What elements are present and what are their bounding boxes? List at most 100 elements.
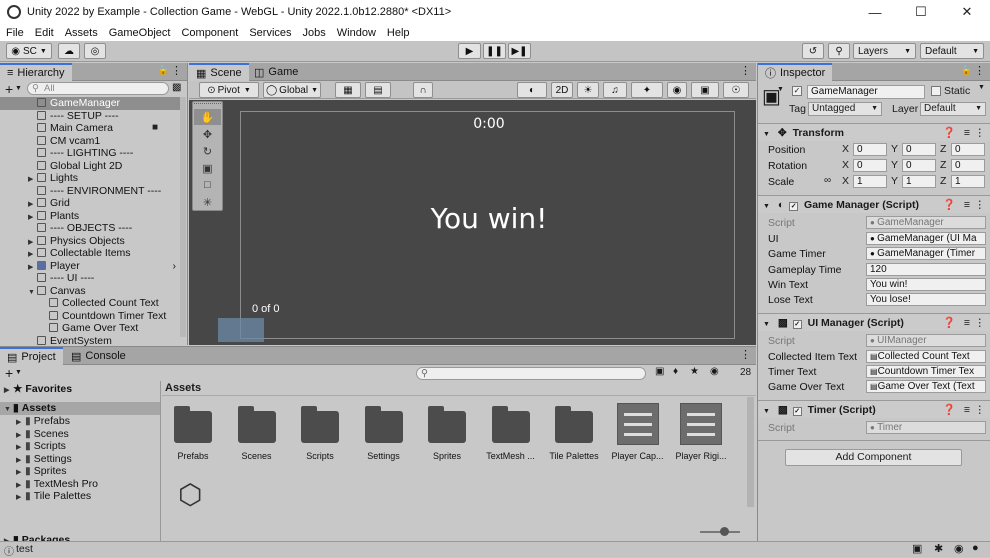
add-icon[interactable]: + bbox=[5, 81, 13, 97]
project-tree-item[interactable]: ▶ ▮ Scenes bbox=[0, 428, 160, 441]
hierarchy-item[interactable]: Game Over Text bbox=[0, 322, 186, 335]
chevron-down-icon[interactable]: ▼ bbox=[15, 85, 22, 92]
overlay-grip[interactable] bbox=[194, 103, 221, 106]
cache-icon[interactable]: ▣ bbox=[912, 542, 922, 555]
hand-tool[interactable]: ✋ bbox=[194, 109, 221, 125]
kebab-menu-icon[interactable]: ⋮ bbox=[975, 401, 986, 419]
minimize-button[interactable]: — bbox=[852, 0, 898, 24]
help-icon[interactable]: ❓ bbox=[943, 124, 956, 142]
hierarchy-item[interactable]: GameManager bbox=[0, 97, 186, 110]
link-icon[interactable]: ∞ bbox=[824, 175, 831, 186]
axis-label-z[interactable]: Z bbox=[940, 143, 946, 155]
hierarchy-item[interactable]: CM vcam1 bbox=[0, 135, 186, 148]
menu-window[interactable]: Window bbox=[337, 27, 376, 39]
um-collected-field[interactable]: ▤Collected Count Text bbox=[866, 350, 986, 363]
menu-edit[interactable]: Edit bbox=[35, 27, 54, 39]
transform-header[interactable]: ▼ ✥ Transform ❓ ≡ ⋮ bbox=[758, 123, 990, 141]
hierarchy-item[interactable]: Collected Count Text bbox=[0, 297, 186, 310]
favorite-icon[interactable]: ★ bbox=[690, 366, 699, 377]
chevron-down-icon[interactable]: ▼ bbox=[15, 369, 22, 376]
asset-item[interactable]: Player Rigi... bbox=[670, 397, 732, 467]
chevron-down-icon[interactable]: ▼ bbox=[777, 86, 784, 93]
tab-hierarchy[interactable]: ≡ Hierarchy bbox=[0, 63, 72, 81]
asset-item[interactable]: Scenes bbox=[226, 397, 288, 467]
scale-y-field[interactable]: 1 bbox=[902, 175, 936, 188]
menu-services[interactable]: Services bbox=[249, 27, 291, 39]
pivot-dropdown[interactable]: ⊙ Pivot ▼ bbox=[199, 82, 259, 98]
hierarchy-item[interactable]: ---- ENVIRONMENT ---- bbox=[0, 185, 186, 198]
assets-root-row[interactable]: ▼ ▮ Assets bbox=[0, 402, 160, 415]
lighting-toggle[interactable]: ☀ bbox=[577, 82, 599, 98]
move-tool[interactable]: ✥ bbox=[194, 126, 221, 142]
hidden-objects-toggle[interactable]: ◉ bbox=[667, 82, 687, 98]
active-checkbox[interactable]: ✓ bbox=[792, 86, 802, 96]
add-component-button[interactable]: Add Component bbox=[785, 449, 962, 466]
hierarchy-item[interactable]: ▶ Physics Objects bbox=[0, 235, 186, 248]
timer-header[interactable]: ▼ ▩ ✓ Timer (Script) ❓ ≡ ⋮ bbox=[758, 400, 990, 418]
asset-item[interactable]: Player Cap... bbox=[607, 397, 669, 467]
project-breadcrumb[interactable]: Assets bbox=[162, 381, 756, 396]
tag-dropdown[interactable]: Untagged ▼ bbox=[808, 102, 882, 116]
rotation-y-field[interactable]: 0 bbox=[902, 159, 936, 172]
axis-label-x[interactable]: X bbox=[842, 175, 849, 187]
project-tree-item[interactable]: ▶ ▮ TextMesh Pro bbox=[0, 478, 160, 491]
preset-icon[interactable]: ≡ bbox=[964, 401, 970, 419]
axis-label-z[interactable]: Z bbox=[940, 175, 946, 187]
effects-toggle[interactable]: ✦ bbox=[631, 82, 663, 98]
component-enabled-checkbox[interactable]: ✓ bbox=[792, 407, 802, 416]
play-button[interactable]: ▶ bbox=[458, 43, 481, 59]
help-icon[interactable]: ❓ bbox=[943, 401, 956, 419]
hierarchy-item[interactable]: Main Camera bbox=[0, 122, 186, 135]
preset-icon[interactable]: ≡ bbox=[964, 196, 970, 214]
account-button[interactable]: ◉ SC ▼ bbox=[6, 43, 52, 59]
menu-help[interactable]: Help bbox=[387, 27, 410, 39]
2d-toggle[interactable]: 2D bbox=[551, 82, 573, 98]
chevron-right-icon[interactable]: › bbox=[173, 260, 177, 273]
kebab-menu-icon[interactable]: ⋮ bbox=[974, 64, 985, 77]
kebab-menu-icon[interactable]: ⋮ bbox=[740, 64, 751, 77]
asset-item[interactable]: Tile Palettes bbox=[543, 397, 605, 467]
gm-gameplay-field[interactable]: 120 bbox=[866, 263, 986, 276]
tab-inspector[interactable]: ⓘ Inspector bbox=[758, 63, 833, 81]
asset-item[interactable]: Prefabs bbox=[162, 397, 224, 467]
static-checkbox[interactable] bbox=[931, 86, 941, 96]
um-timer-field[interactable]: ▤Countdown Timer Tex bbox=[866, 365, 986, 378]
um-gameover-field[interactable]: ▤Game Over Text (Text bbox=[866, 380, 986, 393]
collab-button[interactable]: ◎ bbox=[84, 43, 106, 59]
gm-timer-field[interactable]: ● GameManager (Timer bbox=[866, 247, 986, 260]
scale-tool[interactable]: ▣ bbox=[194, 160, 221, 176]
tab-project[interactable]: ▤ Project bbox=[0, 347, 63, 365]
project-tree-item[interactable]: ▶ ▮ Tile Palettes bbox=[0, 490, 160, 503]
axis-label-z[interactable]: Z bbox=[940, 159, 946, 171]
gm-lose-field[interactable]: You lose! bbox=[866, 293, 986, 306]
game-manager-header[interactable]: ▼ ◐ ✓ Game Manager (Script) ❓ ≡ ⋮ bbox=[758, 195, 990, 213]
cloud-button[interactable]: ☁ bbox=[58, 43, 80, 59]
search-button[interactable]: ⚲ bbox=[828, 43, 850, 59]
collab-status-icon[interactable]: ● bbox=[972, 542, 979, 554]
kebab-menu-icon[interactable]: ⋮ bbox=[975, 314, 986, 332]
preset-icon[interactable]: ≡ bbox=[964, 124, 970, 142]
axis-label-y[interactable]: Y bbox=[891, 159, 898, 171]
shading-mode-button[interactable]: ◐ bbox=[517, 82, 547, 98]
snap-settings-button[interactable]: ∩ bbox=[413, 82, 433, 98]
layer-dropdown[interactable]: Default ▼ bbox=[920, 102, 986, 116]
asset-item[interactable]: TextMesh ... bbox=[480, 397, 542, 467]
filter-icon[interactable]: ▩ bbox=[172, 82, 181, 93]
type-filter-icon[interactable]: ▣ bbox=[655, 366, 664, 377]
rotation-x-field[interactable]: 0 bbox=[853, 159, 887, 172]
add-icon[interactable]: + bbox=[5, 365, 13, 381]
axis-label-y[interactable]: Y bbox=[891, 175, 898, 187]
rotation-z-field[interactable]: 0 bbox=[951, 159, 985, 172]
help-icon[interactable]: ❓ bbox=[943, 314, 956, 332]
hierarchy-search-input[interactable]: ⚲ All bbox=[27, 82, 169, 95]
asset-item[interactable]: Sprites bbox=[416, 397, 478, 467]
project-tree-item[interactable]: ▶ ▮ Scripts bbox=[0, 440, 160, 453]
axis-label-y[interactable]: Y bbox=[891, 143, 898, 155]
position-z-field[interactable]: 0 bbox=[951, 143, 985, 156]
grid-snap-button[interactable]: ▦ bbox=[335, 82, 361, 98]
hierarchy-item[interactable]: Countdown Timer Text bbox=[0, 310, 186, 323]
preset-icon[interactable]: ≡ bbox=[964, 314, 970, 332]
hierarchy-item[interactable]: Global Light 2D bbox=[0, 160, 186, 173]
hierarchy-scrollbar[interactable] bbox=[180, 97, 186, 337]
kebab-menu-icon[interactable]: ⋮ bbox=[975, 124, 986, 142]
